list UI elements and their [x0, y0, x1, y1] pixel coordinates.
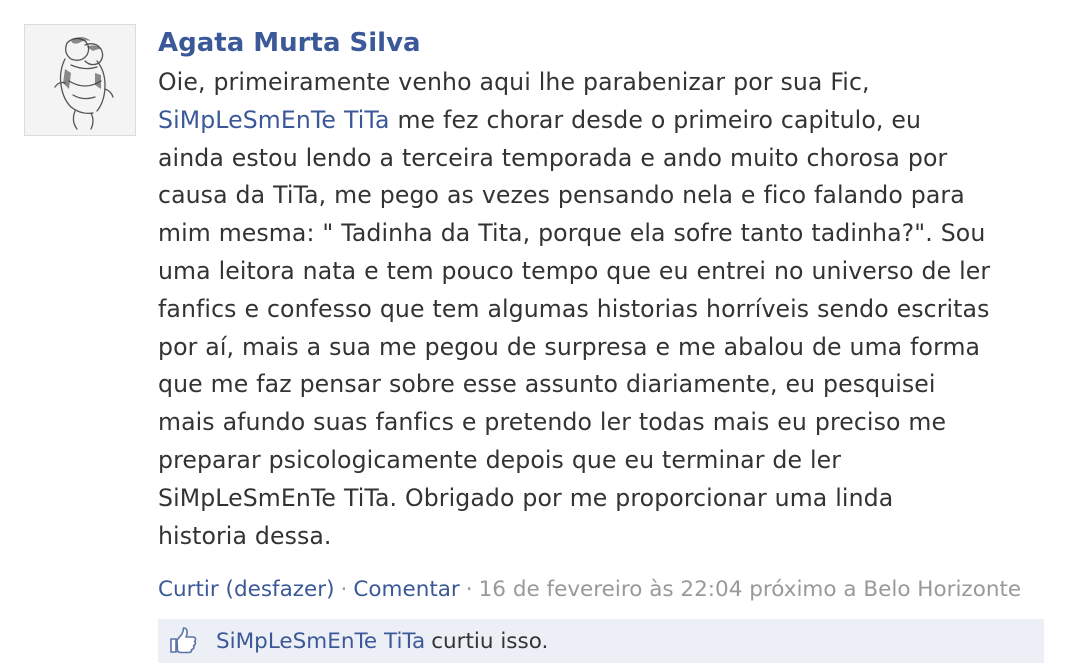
message-line: por aí, mais a sua me pegou de surpresa …	[158, 329, 1058, 367]
message-line: Oie, primeiramente venho aqui lhe parabe…	[158, 64, 1058, 102]
message-text: fanfics e confesso que tem algumas histo…	[158, 294, 990, 323]
post-content: Agata Murta Silva Oie, primeiramente ven…	[158, 24, 1058, 664]
likes-text: curtiu isso.	[431, 628, 549, 654]
message-line: SiMpLeSmEnTe TiTa me fez chorar desde o …	[158, 102, 1058, 140]
message-text: mais afundo suas fanfics e pretendo ler …	[158, 408, 947, 437]
message-line: ainda estou lendo a terceira temporada e…	[158, 140, 1058, 178]
message-text: ainda estou lendo a terceira temporada e…	[158, 143, 948, 172]
message-line: uma leitora nata e tem pouco tempo que e…	[158, 253, 1058, 291]
liker-name-link[interactable]: SiMpLeSmEnTe TiTa	[216, 629, 425, 654]
message-line: mais afundo suas fanfics e pretendo ler …	[158, 404, 1058, 442]
message-line: historia dessa.	[158, 518, 1058, 556]
message-text: preparar psicologicamente depois que eu …	[158, 445, 842, 474]
message-text: historia dessa.	[158, 521, 332, 550]
message-line: preparar psicologicamente depois que eu …	[158, 442, 1058, 480]
post-location: próximo a Belo Horizonte	[749, 577, 1022, 603]
message-line: causa da TiTa, me pego as vezes pensando…	[158, 177, 1058, 215]
message-text: mim mesma: " Tadinha da Tita, porque ela…	[158, 219, 986, 248]
message-text: uma leitora nata e tem pouco tempo que e…	[158, 256, 991, 285]
message-line: mim mesma: " Tadinha da Tita, porque ela…	[158, 215, 1058, 253]
sketch-couple-hug-avatar-icon	[25, 25, 135, 135]
message-text: Oie, primeiramente venho aqui lhe parabe…	[158, 68, 870, 96]
post-actions-bar: Curtir (desfazer) · Comentar · 16 de feverei…	[158, 575, 1058, 605]
message-text: SiMpLeSmEnTe TiTa. Obrigado por me propo…	[158, 483, 894, 512]
post-timestamp[interactable]: 16 de fevereiro às 22:04	[479, 577, 743, 602]
message-text: por aí, mais a sua me pegou de surpresa …	[158, 332, 981, 361]
separator-dot: ·	[465, 577, 473, 603]
thumbs-up-icon	[170, 627, 197, 654]
message-line: que me faz pensar sobre esse assunto dia…	[158, 366, 1058, 404]
author-name-link[interactable]: Agata Murta Silva	[158, 24, 1058, 62]
message-text: causa da TiTa, me pego as vezes pensando…	[158, 181, 965, 210]
message-line: SiMpLeSmEnTe TiTa. Obrigado por me propo…	[158, 480, 1058, 518]
separator-dot: ·	[340, 577, 348, 603]
post-message: Oie, primeiramente venho aqui lhe parabe…	[158, 64, 1058, 555]
unlike-link[interactable]: Curtir (desfazer)	[158, 577, 335, 602]
message-text: me fez chorar desde o primeiro capitulo,…	[389, 105, 922, 134]
avatar[interactable]	[24, 24, 136, 136]
likes-box: SiMpLeSmEnTe TiTa curtiu isso.	[158, 619, 1044, 664]
message-line: fanfics e confesso que tem algumas histo…	[158, 291, 1058, 329]
comment-link[interactable]: Comentar	[353, 577, 459, 602]
wall-post: Agata Murta Silva Oie, primeiramente ven…	[0, 0, 1070, 670]
message-text: que me faz pensar sobre esse assunto dia…	[158, 370, 936, 399]
mention-link[interactable]: SiMpLeSmEnTe TiTa	[158, 106, 390, 134]
